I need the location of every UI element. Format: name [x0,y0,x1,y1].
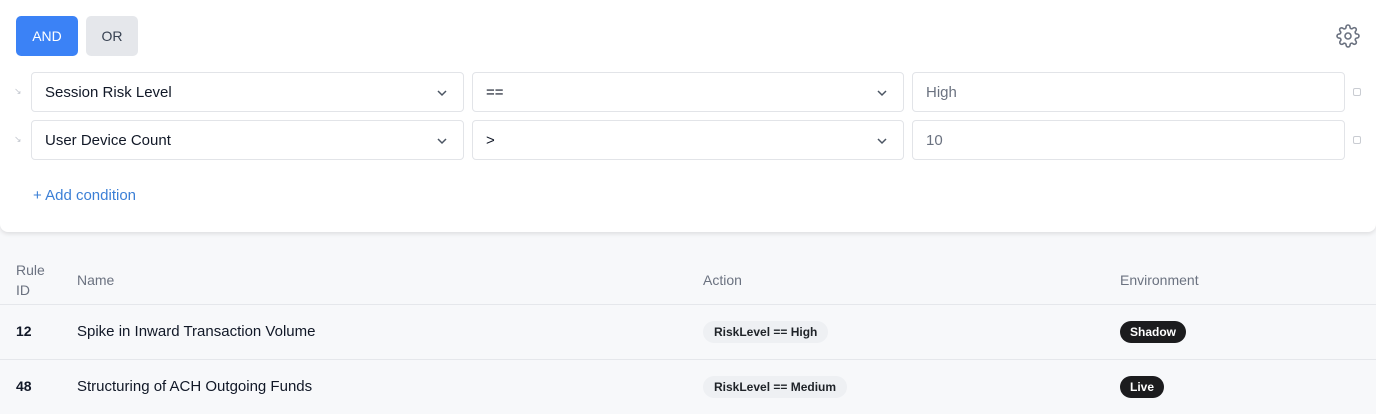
remove-condition-icon[interactable] [1353,136,1361,144]
rule-name: Structuring of ACH Outgoing Funds [77,378,313,395]
field-select[interactable]: User Device Count [31,120,464,160]
operator-select-value: == [486,83,504,101]
operator-select[interactable]: == [472,72,904,112]
field-select-value: User Device Count [45,131,171,149]
drag-handle-icon[interactable]: ↘ [14,86,24,96]
chevron-down-icon [877,138,887,145]
header-environment: Environment [1120,272,1199,288]
header-rule-id-line1: Rule [16,262,45,278]
header-rule-id-line2: ID [16,282,30,298]
header-name: Name [77,272,115,288]
chevron-down-icon [877,90,887,97]
header-divider [0,304,1376,305]
chevron-down-icon [437,138,447,145]
and-button[interactable]: AND [16,16,78,56]
chevron-down-icon [437,90,447,97]
action-pill: RiskLevel == Medium [703,376,848,398]
action-pill: RiskLevel == High [703,321,829,343]
rule-builder-panel: AND OR ↘ Session Risk Level == High ↘ Us… [0,0,1376,232]
drag-handle-icon[interactable]: ↘ [14,134,24,144]
rule-id: 12 [16,323,32,339]
field-select-value: Session Risk Level [45,83,172,101]
gear-icon[interactable] [1336,24,1360,48]
condition-row: ↘ User Device Count > 10 [0,120,1376,160]
rule-name: Spike in Inward Transaction Volume [77,323,316,340]
header-rule-id: Rule ID [16,260,45,300]
add-condition-link[interactable]: + Add condition [33,187,136,204]
environment-badge: Live [1120,376,1165,398]
operator-select-value: > [486,131,495,149]
remove-condition-icon[interactable] [1353,88,1361,96]
environment-badge: Shadow [1120,321,1187,343]
rule-id: 48 [16,378,32,394]
field-select[interactable]: Session Risk Level [31,72,464,112]
header-action: Action [703,272,742,288]
condition-row: ↘ Session Risk Level == High [0,72,1376,112]
value-input[interactable]: High [912,72,1345,112]
value-input[interactable]: 10 [912,120,1345,160]
or-button[interactable]: OR [86,16,138,56]
row-divider [0,359,1376,360]
operator-select[interactable]: > [472,120,904,160]
